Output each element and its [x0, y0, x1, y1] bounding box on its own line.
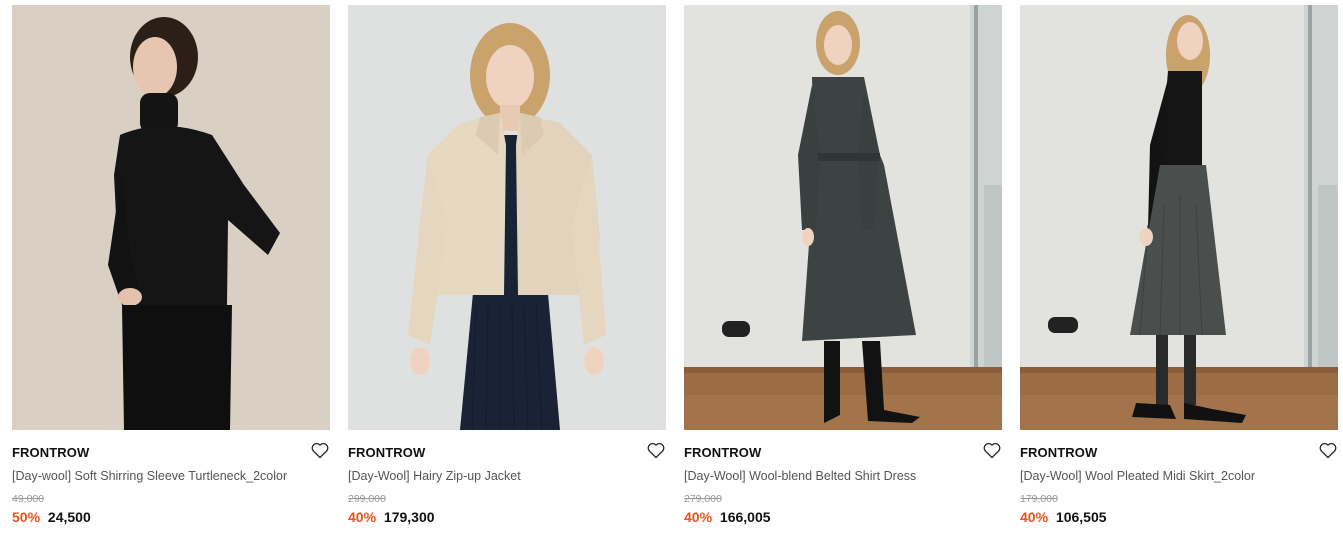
price-row: 40% 166,005 [684, 509, 771, 525]
discount-rate: 50% [12, 509, 41, 525]
price-row: 40% 179,300 [348, 509, 435, 525]
brand-name[interactable]: FRONTROW [1020, 445, 1097, 460]
sale-price: 166,005 [719, 509, 771, 525]
product-grid: FRONTROW [Day-wool] Soft Shirring Sleeve… [12, 5, 1338, 534]
product-card[interactable]: FRONTROW [Day-Wool] Hairy Zip-up Jacket … [348, 5, 666, 534]
product-title[interactable]: [Day-wool] Soft Shirring Sleeve Turtlene… [12, 469, 312, 483]
heart-outline-icon[interactable] [983, 442, 1001, 459]
heart-outline-icon[interactable] [1319, 442, 1337, 459]
product-card[interactable]: FRONTROW [Day-wool] Soft Shirring Sleeve… [12, 5, 330, 534]
price-row: 40% 106,505 [1020, 509, 1107, 525]
product-image[interactable] [348, 5, 666, 430]
brand-name[interactable]: FRONTROW [12, 445, 89, 460]
product-card[interactable]: FRONTROW [Day-Wool] Wool-blend Belted Sh… [684, 5, 1002, 534]
product-image[interactable] [684, 5, 1002, 430]
product-image[interactable] [1020, 5, 1338, 430]
discount-rate: 40% [348, 509, 377, 525]
sale-price: 24,500 [47, 509, 91, 525]
price-row: 50% 24,500 [12, 509, 91, 525]
original-price: 49,000 [12, 493, 45, 505]
original-price: 279,000 [684, 493, 722, 505]
product-card[interactable]: FRONTROW [Day-Wool] Wool Pleated Midi Sk… [1020, 5, 1338, 534]
sale-price: 179,300 [383, 509, 435, 525]
brand-name[interactable]: FRONTROW [684, 445, 761, 460]
sale-price: 106,505 [1055, 509, 1107, 525]
original-price: 299,000 [348, 493, 386, 505]
heart-outline-icon[interactable] [311, 442, 329, 459]
discount-rate: 40% [1020, 509, 1049, 525]
heart-outline-icon[interactable] [647, 442, 665, 459]
product-title[interactable]: [Day-Wool] Wool Pleated Midi Skirt_2colo… [1020, 469, 1320, 483]
original-price: 179,000 [1020, 493, 1058, 505]
product-title[interactable]: [Day-Wool] Wool-blend Belted Shirt Dress [684, 469, 984, 483]
discount-rate: 40% [684, 509, 713, 525]
product-title[interactable]: [Day-Wool] Hairy Zip-up Jacket [348, 469, 648, 483]
brand-name[interactable]: FRONTROW [348, 445, 425, 460]
product-image[interactable] [12, 5, 330, 430]
